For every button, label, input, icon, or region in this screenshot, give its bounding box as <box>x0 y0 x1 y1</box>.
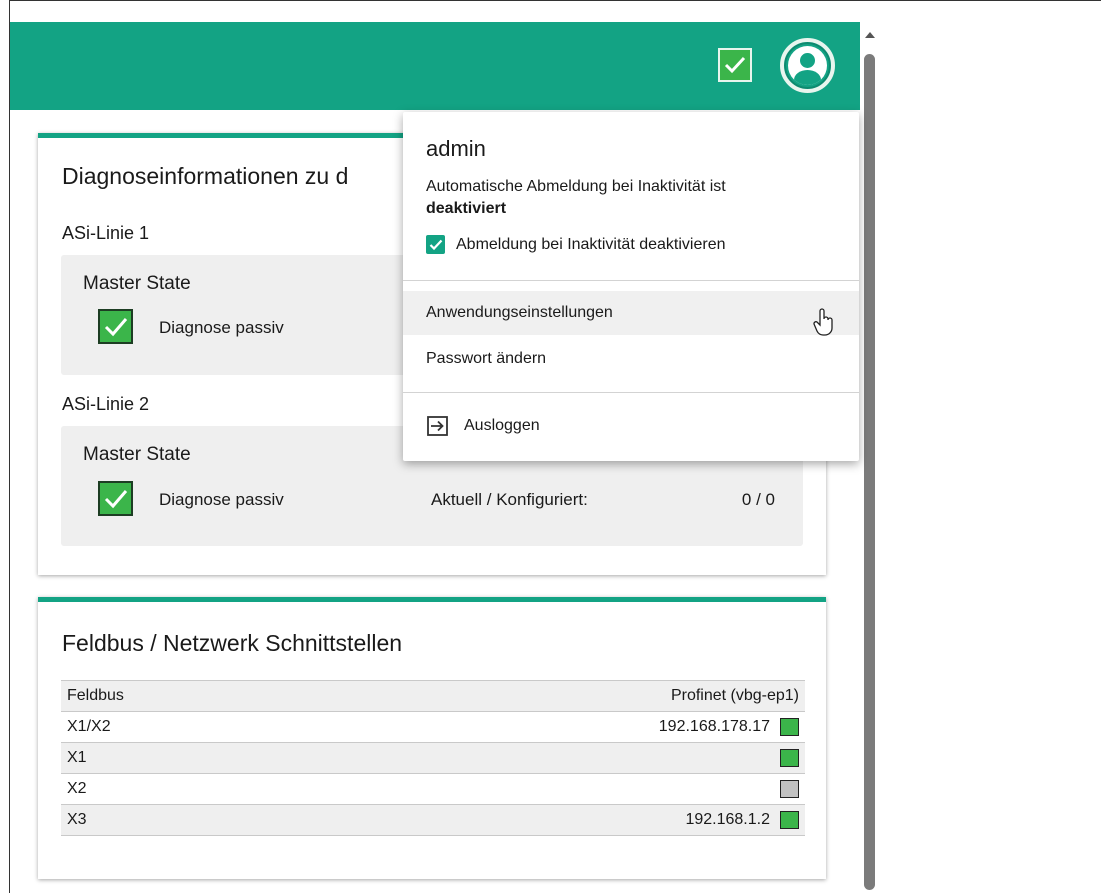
diagnostics-title: Diagnoseinformationen zu d <box>62 163 349 189</box>
user-menu: admin Automatische Abmeldung bei Inaktiv… <box>403 112 859 461</box>
menu-item-logout[interactable]: Ausloggen <box>403 404 859 448</box>
table-row: X2 <box>61 773 805 805</box>
status-check-icon[interactable] <box>718 48 752 82</box>
status-check-icon <box>98 309 133 344</box>
status-led <box>780 810 799 829</box>
checkbox-checked-icon[interactable] <box>426 235 445 254</box>
scroll-up-arrow-icon[interactable] <box>865 32 875 38</box>
row-name: X1 <box>61 742 293 774</box>
row-name: X1/X2 <box>61 711 293 743</box>
fieldbus-card: Feldbus / Netzwerk Schnittstellen Feldbu… <box>38 597 826 879</box>
row-ip: 192.168.1.2 <box>685 810 770 828</box>
count-label: Aktuell / Konfiguriert: <box>431 490 588 509</box>
status-led <box>780 779 799 798</box>
table-header-row: Feldbus Profinet (vbg-ep1) <box>61 680 805 712</box>
hand-cursor-icon <box>813 308 835 341</box>
master-state-label: Master State <box>83 273 191 294</box>
scrollbar[interactable] <box>860 22 879 893</box>
menu-info: Automatische Abmeldung bei Inaktivität i… <box>426 176 846 220</box>
asi-line-2-title: ASi-Linie 2 <box>62 394 150 414</box>
fieldbus-table: Feldbus Profinet (vbg-ep1) X1/X2 192.168… <box>61 680 805 836</box>
status-led <box>780 748 799 767</box>
menu-divider <box>403 392 859 393</box>
status-text: Diagnose passiv <box>159 490 284 509</box>
menu-info-state: deaktiviert <box>426 200 507 217</box>
logout-icon <box>426 415 450 437</box>
status-led <box>780 717 799 736</box>
master-state-label: Master State <box>83 444 191 465</box>
row-name: X3 <box>61 804 293 836</box>
scrollbar-thumb[interactable] <box>864 54 875 890</box>
row-ip: 192.168.178.17 <box>658 717 770 735</box>
fieldbus-title: Feldbus / Netzwerk Schnittstellen <box>62 630 403 656</box>
card-accent-bar <box>38 597 826 602</box>
table-header-name: Feldbus <box>61 680 293 712</box>
status-check-icon <box>98 481 133 516</box>
count-value: 0 / 0 <box>741 490 775 509</box>
asi-line-1-title: ASi-Linie 1 <box>62 223 150 243</box>
status-text: Diagnose passiv <box>159 318 284 337</box>
row-name: X2 <box>61 773 293 805</box>
table-row: X1/X2 192.168.178.17 <box>61 711 805 743</box>
inactivity-logout-checkbox-row[interactable]: Abmeldung bei Inaktivität deaktivieren <box>426 235 726 254</box>
menu-info-text: Automatische Abmeldung bei Inaktivität i… <box>426 178 726 195</box>
account-circle-icon[interactable] <box>780 38 835 93</box>
table-row: X3 192.168.1.2 <box>61 804 805 836</box>
menu-item-application-settings[interactable]: Anwendungseinstellungen <box>403 291 859 335</box>
menu-divider <box>403 280 859 281</box>
table-row: X1 <box>61 742 805 774</box>
table-header-value: Profinet (vbg-ep1) <box>292 680 805 712</box>
logout-label: Ausloggen <box>464 417 540 434</box>
checkbox-label: Abmeldung bei Inaktivität deaktivieren <box>456 235 726 253</box>
menu-username: admin <box>426 136 486 161</box>
menu-item-change-password[interactable]: Passwort ändern <box>403 337 859 381</box>
